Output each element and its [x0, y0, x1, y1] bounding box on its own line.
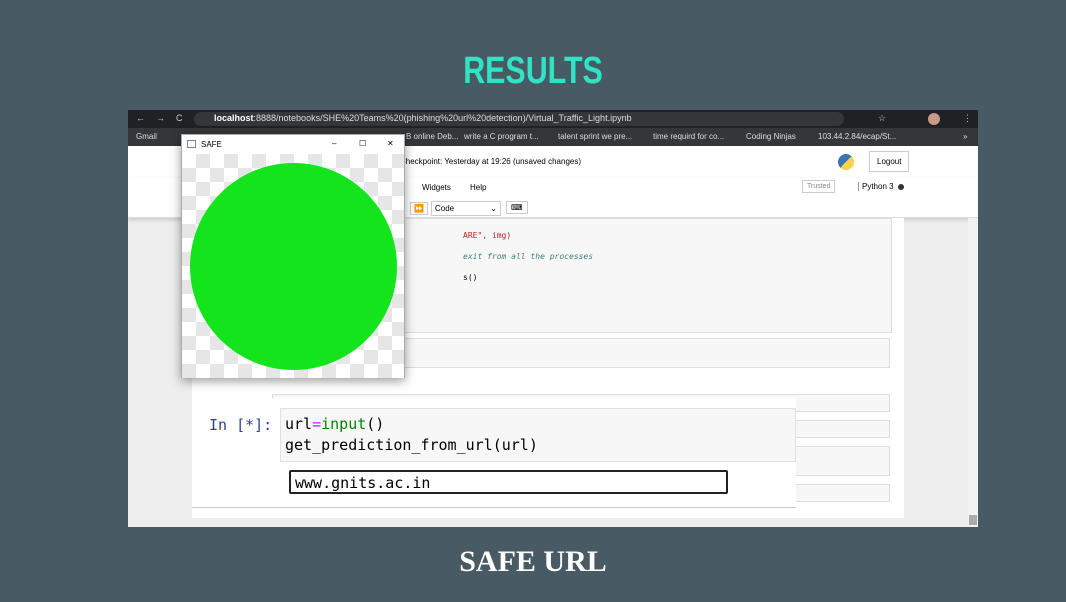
menu-help[interactable]: Help	[470, 183, 486, 192]
code-line: s()	[463, 273, 478, 282]
code-var: url	[285, 415, 313, 433]
code-paren: ()	[366, 415, 385, 433]
safe-window: SAFE – ☐ ✕	[181, 134, 405, 378]
bookmark[interactable]: Coding Ninjas	[746, 132, 796, 141]
bookmark[interactable]: talent sprint we pre...	[558, 132, 632, 141]
address-bar[interactable]: localhost:8888/notebooks/SHE%20Teams%20(…	[194, 112, 844, 126]
url-host: localhost	[214, 113, 254, 123]
running-cell[interactable]: In [*]: url=input() get_prediction_from_…	[192, 398, 796, 508]
menu-icon[interactable]: ⋮	[963, 113, 972, 124]
code-op: =	[312, 415, 322, 433]
forward-icon[interactable]: →	[156, 113, 165, 123]
reload-icon[interactable]: C	[176, 113, 183, 123]
app-icon	[187, 140, 196, 148]
code-line: get_prediction_from_url(url)	[285, 436, 538, 454]
bookmark-gmail[interactable]: Gmail	[136, 132, 157, 141]
close-button[interactable]: ✕	[387, 139, 394, 148]
kernel-name: Python 3	[858, 182, 894, 191]
code-line: ARE", img)	[463, 231, 512, 240]
code-comment: exit from all the processes	[463, 252, 594, 261]
window-title: SAFE	[201, 140, 222, 149]
bookmark[interactable]: write a C program t...	[464, 132, 539, 141]
python-logo-icon	[838, 154, 854, 170]
more-bookmarks[interactable]: »	[963, 132, 967, 141]
bookmark[interactable]: 103.44.2.84/ecap/St...	[818, 132, 896, 141]
code-fn: input	[321, 415, 367, 433]
cell-type-select[interactable]: Code ⌄	[431, 201, 501, 216]
kernel-busy-icon	[898, 184, 904, 190]
logout-button[interactable]: Logout	[869, 151, 910, 172]
green-signal-circle	[190, 163, 397, 370]
keyboard-icon[interactable]: ⌨	[506, 201, 528, 214]
bookmark[interactable]: time requird for co...	[653, 132, 724, 141]
url-input-field[interactable]: www.gnits.ac.in	[289, 470, 728, 494]
star-icon[interactable]: ☆	[878, 113, 886, 124]
scrollbar[interactable]	[968, 218, 978, 527]
menu-widgets[interactable]: Widgets	[422, 183, 451, 192]
url-path: :8888/notebooks/SHE%20Teams%20(phishing%…	[253, 113, 632, 123]
cell-prompt: In [*]:	[209, 416, 273, 434]
avatar[interactable]	[928, 113, 940, 125]
minimize-button[interactable]: –	[332, 139, 336, 148]
checkpoint-status: Checkpoint: Yesterday at 19:26 (unsaved …	[400, 157, 582, 166]
window-titlebar: SAFE – ☐ ✕	[182, 135, 404, 154]
run-all-icon[interactable]: ⏩	[410, 202, 428, 215]
slide-caption: SAFE URL	[459, 545, 607, 578]
maximize-button[interactable]: ☐	[359, 139, 366, 148]
slide-title: RESULTS	[463, 50, 603, 92]
cell-input[interactable]: url=input() get_prediction_from_url(url)	[280, 408, 796, 462]
back-icon[interactable]: ←	[136, 113, 145, 123]
bookmark[interactable]: B online Deb...	[406, 132, 458, 141]
browser-toolbar: ← → C localhost:8888/notebooks/SHE%20Tea…	[128, 110, 978, 128]
cell-type-value: Code	[435, 204, 455, 213]
image-canvas	[182, 154, 404, 378]
trusted-badge[interactable]: Trusted	[802, 180, 836, 193]
